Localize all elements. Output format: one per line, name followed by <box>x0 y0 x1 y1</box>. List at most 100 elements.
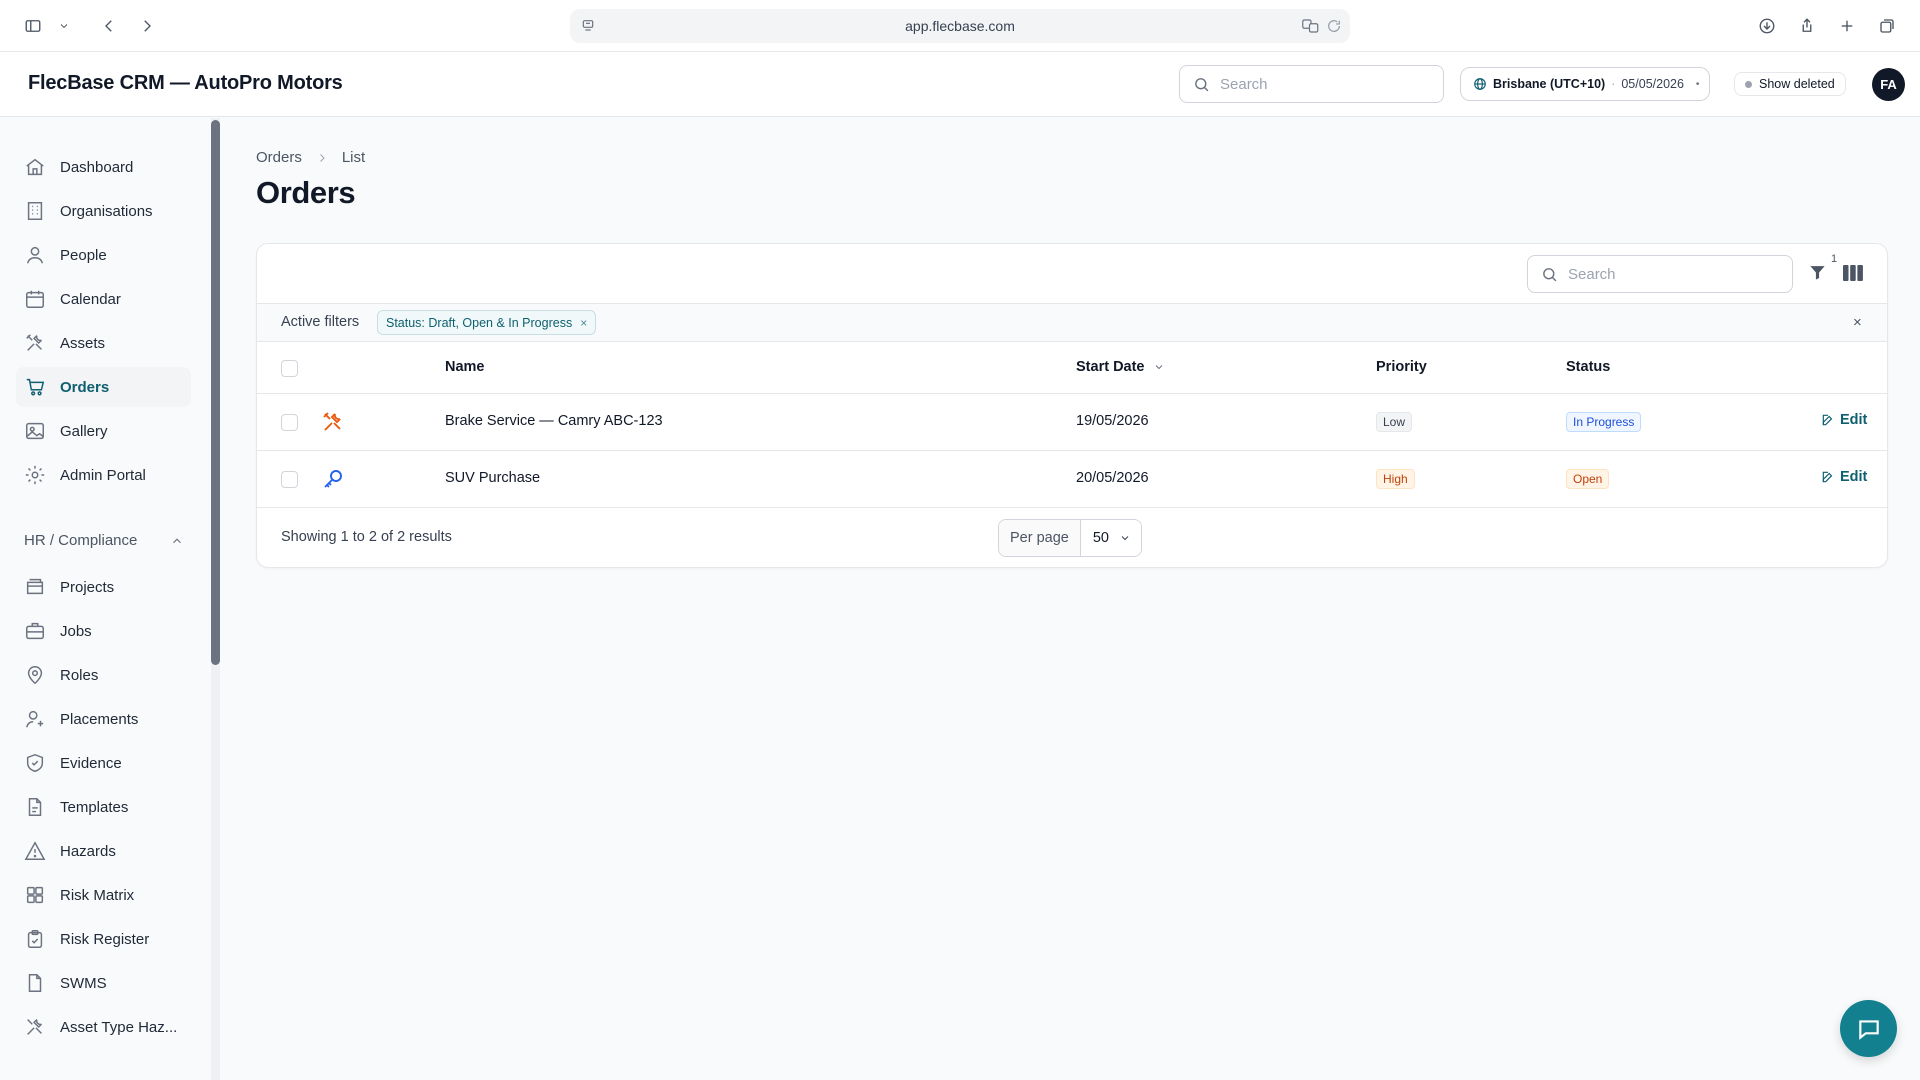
sidebar-item-label: Risk Matrix <box>60 886 135 904</box>
download-icon[interactable] <box>1752 12 1782 40</box>
status-badge: In Progress <box>1566 412 1642 432</box>
gear-icon <box>25 465 45 485</box>
share-icon[interactable] <box>1792 12 1822 40</box>
sidebar-item-swms[interactable]: SWMS <box>16 963 191 1003</box>
timezone-selector[interactable]: Brisbane (UTC+10) · 05/05/2026 • <box>1460 67 1710 101</box>
sidebar-item-orders[interactable]: Orders <box>16 367 191 407</box>
new-tab-icon[interactable] <box>1832 12 1862 40</box>
column-header-name[interactable]: Name <box>445 359 485 375</box>
sidebar-item-label: Hazards <box>60 842 116 860</box>
order-name[interactable]: Brake Service — Camry ABC-123 <box>445 413 663 429</box>
table-search-input[interactable] <box>1568 265 1778 283</box>
table-row[interactable]: Brake Service — Camry ABC-123 19/05/2026… <box>257 394 1887 451</box>
show-deleted-toggle[interactable]: Show deleted <box>1734 72 1846 96</box>
edit-button[interactable]: Edit <box>1821 412 1867 428</box>
sidebar-item-assets[interactable]: Assets <box>16 323 191 363</box>
row-checkbox[interactable] <box>281 414 298 431</box>
calendar-icon <box>26 290 44 308</box>
filter-chip-label: Status: Draft, Open & In Progress <box>386 315 573 330</box>
active-filters-label: Active filters <box>281 314 360 330</box>
sidebar-item-people[interactable]: People <box>16 235 191 275</box>
tools-icon <box>27 1019 42 1035</box>
chevron-down-icon[interactable] <box>56 12 72 40</box>
sidebar-group-label: HR / Compliance <box>24 532 138 549</box>
sidebar-item-label: Admin Portal <box>60 466 146 484</box>
sidebar-item-asset-type-hazards[interactable]: Asset Type Haz... <box>16 1007 191 1047</box>
status-badge: Open <box>1566 469 1610 489</box>
sidebar-item-label: Evidence <box>60 754 122 772</box>
results-summary: Showing 1 to 2 of 2 results <box>281 529 452 545</box>
sidebar-item-gallery[interactable]: Gallery <box>16 411 191 451</box>
column-header-start-date[interactable]: Start Date <box>1076 359 1165 375</box>
translate-icon[interactable] <box>1302 18 1320 34</box>
sidebar-group-hr-compliance[interactable]: HR / Compliance <box>24 532 184 549</box>
user-avatar[interactable]: FA <box>1872 68 1905 101</box>
per-page-label: Per page <box>999 520 1081 556</box>
columns-toggle-button[interactable] <box>1843 264 1865 284</box>
priority-badge: Low <box>1376 412 1413 432</box>
reload-icon[interactable] <box>1326 18 1342 34</box>
user-icon <box>26 246 44 264</box>
row-checkbox[interactable] <box>281 471 298 488</box>
table-row[interactable]: SUV Purchase 20/05/2026 High Open Edit <box>257 451 1887 508</box>
site-settings-icon[interactable] <box>580 18 596 34</box>
order-name[interactable]: SUV Purchase <box>445 470 540 486</box>
sidebar-item-templates[interactable]: Templates <box>16 787 191 827</box>
breadcrumb-orders-link[interactable]: Orders <box>256 149 302 166</box>
sidebar-item-dashboard[interactable]: Dashboard <box>16 147 191 187</box>
table-search[interactable] <box>1527 255 1793 293</box>
sidebar-item-evidence[interactable]: Evidence <box>16 743 191 783</box>
sidebar-item-jobs[interactable]: Jobs <box>16 611 191 651</box>
column-header-status[interactable]: Status <box>1566 359 1610 375</box>
tabs-overview-icon[interactable] <box>1872 12 1902 40</box>
cart-icon <box>26 378 45 396</box>
sidebar-scrollbar-thumb[interactable] <box>211 120 220 665</box>
sidebar-item-hazards[interactable]: Hazards <box>16 831 191 871</box>
sidebar-item-label: Dashboard <box>60 158 134 176</box>
sidebar-item-label: Assets <box>60 334 106 352</box>
sidebar-item-projects[interactable]: Projects <box>16 567 191 607</box>
back-icon[interactable] <box>94 12 124 40</box>
user-plus-icon <box>26 710 44 728</box>
browser-toolbar: app.flecbase.com <box>0 0 1920 52</box>
sidebar-item-risk-register[interactable]: Risk Register <box>16 919 191 959</box>
chat-button[interactable] <box>1840 1000 1897 1057</box>
show-deleted-label: Show deleted <box>1759 77 1835 91</box>
sidebar-item-label: Risk Register <box>60 930 150 948</box>
sidebar-toggle-icon[interactable] <box>18 12 48 40</box>
sidebar-item-label: SWMS <box>60 974 107 992</box>
sidebar-item-label: Orders <box>60 378 110 396</box>
sidebar-item-risk-matrix[interactable]: Risk Matrix <box>16 875 191 915</box>
filter-button[interactable] <box>1808 263 1830 285</box>
separator-dot: · <box>1611 77 1616 91</box>
columns-icon <box>1843 265 1863 281</box>
shield-check-icon <box>26 753 44 773</box>
global-search[interactable] <box>1179 65 1444 103</box>
clear-filters-icon[interactable]: × <box>1853 314 1869 331</box>
sidebar-item-placements[interactable]: Placements <box>16 699 191 739</box>
priority-badge: High <box>1376 469 1415 489</box>
sidebar-item-roles[interactable]: Roles <box>16 655 191 695</box>
map-pin-icon <box>27 666 43 685</box>
column-header-priority[interactable]: Priority <box>1376 359 1427 375</box>
edit-button[interactable]: Edit <box>1821 469 1867 485</box>
image-icon <box>26 422 44 440</box>
chevron-up-icon <box>173 537 181 543</box>
sort-chevron-down-icon <box>1155 365 1162 370</box>
sidebar-item-admin-portal[interactable]: Admin Portal <box>16 455 191 495</box>
breadcrumb: Orders List <box>256 149 365 166</box>
forward-icon[interactable] <box>132 12 162 40</box>
select-all-checkbox[interactable] <box>281 360 298 377</box>
per-page-value[interactable]: 50 <box>1080 520 1141 556</box>
clipboard-icon <box>27 930 43 948</box>
global-search-input[interactable] <box>1220 75 1430 93</box>
sidebar-item-organisations[interactable]: Organisations <box>16 191 191 231</box>
address-bar[interactable]: app.flecbase.com <box>570 9 1350 43</box>
chevron-down-icon <box>1121 536 1129 541</box>
remove-filter-icon[interactable]: × <box>580 316 587 330</box>
order-start-date: 20/05/2026 <box>1076 470 1149 486</box>
sidebar-item-calendar[interactable]: Calendar <box>16 279 191 319</box>
search-icon <box>1195 78 1209 92</box>
document-icon <box>28 798 42 816</box>
per-page-select[interactable]: Per page 50 <box>998 519 1142 557</box>
